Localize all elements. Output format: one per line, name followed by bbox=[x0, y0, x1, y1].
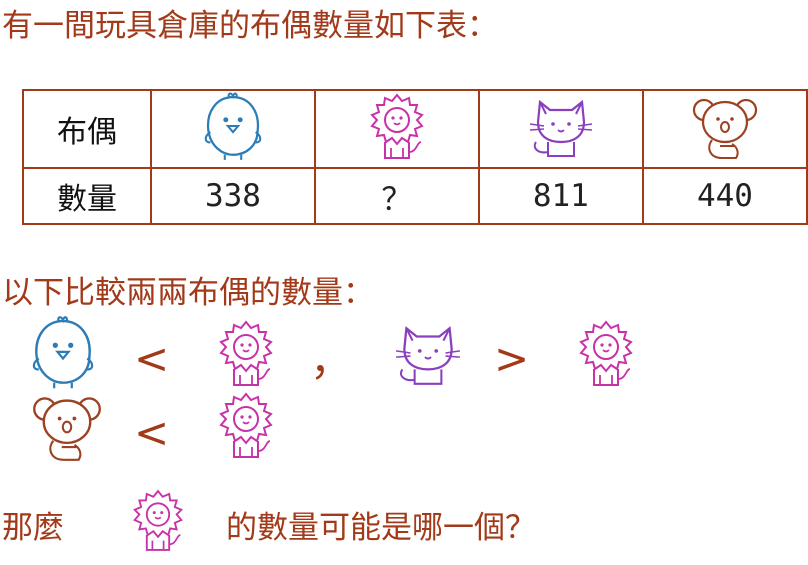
pink-lion-icon bbox=[216, 388, 276, 464]
pink-lion-icon bbox=[576, 316, 636, 392]
greater-than-symbol: > bbox=[494, 334, 530, 383]
pink-lion-icon bbox=[367, 91, 427, 163]
table-cell-lion bbox=[313, 89, 480, 169]
comparison-heading: 以下比較兩兩布偶的數量： bbox=[2, 275, 374, 311]
blue-bird-icon bbox=[200, 91, 266, 163]
pink-lion-icon bbox=[216, 316, 276, 392]
row-label-count: 數量 bbox=[22, 167, 152, 225]
koala-count: 440 bbox=[641, 167, 808, 225]
row-label-toy: 布偶 bbox=[22, 89, 152, 169]
table-cell-bird bbox=[149, 89, 316, 169]
less-than-symbol: < bbox=[134, 408, 170, 457]
comma-separator: ， bbox=[310, 336, 353, 385]
blue-bird-icon bbox=[30, 314, 96, 392]
table-cell-koala bbox=[641, 89, 808, 169]
brown-koala-icon bbox=[690, 92, 760, 162]
bird-count: 338 bbox=[149, 167, 316, 225]
table-row-counts: 數量 338 ？ 811 440 bbox=[22, 167, 808, 225]
question-prefix: 那麼 bbox=[2, 510, 64, 546]
purple-cat-icon bbox=[392, 318, 464, 390]
lion-count: ？ bbox=[313, 167, 480, 225]
table-row-toys: 布偶 bbox=[22, 89, 808, 169]
problem-heading: 有一間玩具倉庫的布偶數量如下表： bbox=[2, 8, 498, 44]
question-suffix: 的數量可能是哪一個？ bbox=[226, 510, 536, 546]
cat-count: 811 bbox=[477, 167, 644, 225]
brown-koala-icon bbox=[30, 390, 104, 464]
pink-lion-icon bbox=[130, 484, 186, 558]
less-than-symbol: < bbox=[134, 334, 170, 383]
purple-cat-icon bbox=[526, 92, 596, 162]
table-cell-cat bbox=[477, 89, 644, 169]
toy-count-table: 布偶 數量 338 ？ 811 440 bbox=[22, 89, 808, 225]
